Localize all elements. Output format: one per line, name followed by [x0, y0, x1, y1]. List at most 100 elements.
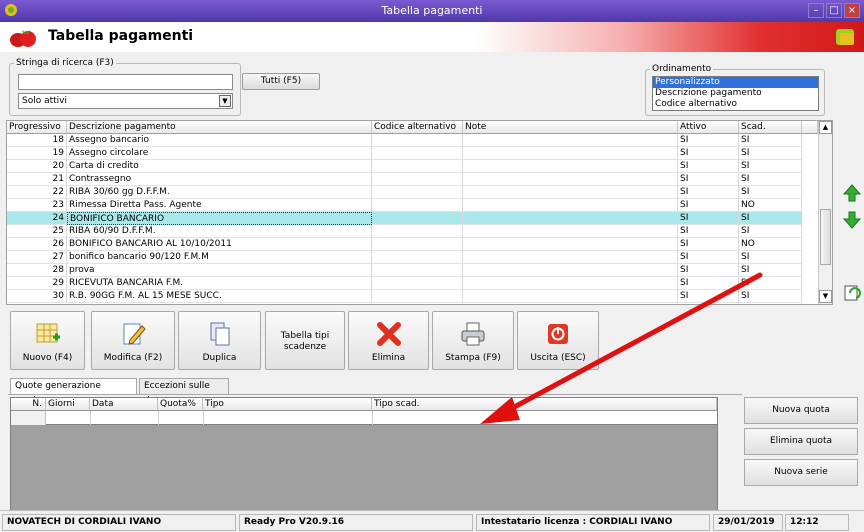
- table-cell[interactable]: [372, 251, 463, 264]
- table-cell[interactable]: SI: [678, 134, 739, 147]
- table-cell[interactable]: [372, 160, 463, 173]
- delete-quota-button[interactable]: Elimina quota: [744, 428, 858, 455]
- table-cell[interactable]: Rimessa Diretta Pass. Agente: [67, 199, 372, 212]
- table-cell[interactable]: [463, 225, 678, 238]
- column-header[interactable]: Tipo: [203, 398, 372, 411]
- table-row[interactable]: 25 RIBA 60/90 D.F.F.M. SI SI: [7, 225, 802, 238]
- table-cell[interactable]: SI: [678, 173, 739, 186]
- table-cell[interactable]: R.B. 90GG F.M. AL 15 MESE SUCC.: [67, 290, 372, 303]
- delete-button[interactable]: Elimina: [348, 311, 429, 370]
- new-series-button[interactable]: Nuova serie: [744, 459, 858, 486]
- tab-quote-scadenze[interactable]: Quote generazione scadenze: [10, 378, 137, 406]
- table-row[interactable]: 24 BONIFICO BANCARIO SI SI: [7, 212, 802, 225]
- table-cell[interactable]: 22: [7, 186, 67, 199]
- table-cell[interactable]: SI: [739, 147, 802, 160]
- table-cell[interactable]: BONIFICO BANCARIO: [67, 212, 372, 225]
- table-cell[interactable]: 20: [7, 160, 67, 173]
- table-cell[interactable]: [372, 212, 463, 225]
- table-cell[interactable]: BONIFICO BANCARIO AL 10/10/2011: [67, 238, 372, 251]
- table-cell[interactable]: [372, 147, 463, 160]
- column-header[interactable]: Scad.: [739, 121, 802, 134]
- scroll-down-icon[interactable]: ▼: [819, 290, 832, 303]
- table-cell[interactable]: [372, 186, 463, 199]
- filter-select[interactable]: Solo attivi ▼: [18, 93, 233, 109]
- ordering-option[interactable]: Codice alternativo: [653, 99, 818, 110]
- table-cell[interactable]: SI: [678, 212, 739, 225]
- table-row[interactable]: 28 prova SI SI: [7, 264, 802, 277]
- table-cell[interactable]: 30: [7, 290, 67, 303]
- column-header[interactable]: Codice alternativo: [372, 121, 463, 134]
- table-cell[interactable]: SI: [678, 160, 739, 173]
- table-cell[interactable]: [463, 251, 678, 264]
- column-header[interactable]: Attivo: [678, 121, 739, 134]
- table-cell[interactable]: 21: [7, 173, 67, 186]
- table-cell[interactable]: 28: [7, 264, 67, 277]
- close-button[interactable]: ×: [844, 3, 860, 18]
- table-cell[interactable]: 27: [7, 251, 67, 264]
- edit-button[interactable]: Modifica (F2): [91, 311, 175, 370]
- search-input[interactable]: [18, 74, 233, 90]
- table-cell[interactable]: RICEVUTA BANCARIA F.M.: [67, 277, 372, 290]
- table-row[interactable]: 21 Contrassegno SI SI: [7, 173, 802, 186]
- table-cell[interactable]: [463, 290, 678, 303]
- move-down-arrow-icon[interactable]: [842, 210, 862, 230]
- new-button[interactable]: Nuovo (F4): [10, 311, 85, 370]
- table-cell[interactable]: [463, 264, 678, 277]
- table-row[interactable]: 23 Rimessa Diretta Pass. Agente SI NO: [7, 199, 802, 212]
- table-cell[interactable]: [372, 277, 463, 290]
- table-cell[interactable]: SI: [678, 251, 739, 264]
- duplicate-button[interactable]: Duplica: [178, 311, 261, 370]
- table-cell[interactable]: SI: [739, 160, 802, 173]
- exit-button[interactable]: Uscita (ESC): [517, 311, 599, 370]
- table-cell[interactable]: [463, 199, 678, 212]
- table-cell[interactable]: 19: [7, 147, 67, 160]
- table-cell[interactable]: SI: [678, 147, 739, 160]
- column-header[interactable]: Data: [90, 398, 158, 411]
- table-cell[interactable]: NO: [739, 199, 802, 212]
- table-cell[interactable]: Assegno circolare: [67, 147, 372, 160]
- quota-empty-row[interactable]: [11, 411, 717, 425]
- print-button[interactable]: Stampa (F9): [432, 311, 514, 370]
- table-cell[interactable]: [372, 264, 463, 277]
- table-cell[interactable]: [372, 225, 463, 238]
- table-cell[interactable]: SI: [678, 199, 739, 212]
- table-cell[interactable]: NO: [739, 238, 802, 251]
- table-cell[interactable]: RIBA 30/60 gg D.F.F.M.: [67, 186, 372, 199]
- table-row[interactable]: 20 Carta di credito SI SI: [7, 160, 802, 173]
- table-cell[interactable]: SI: [739, 173, 802, 186]
- table-cell[interactable]: SI: [739, 186, 802, 199]
- table-cell[interactable]: RIBA 60/90 D.F.F.M.: [67, 225, 372, 238]
- refresh-icon[interactable]: [842, 283, 862, 303]
- table-cell[interactable]: [463, 277, 678, 290]
- table-cell[interactable]: SI: [678, 225, 739, 238]
- table-cell[interactable]: [372, 199, 463, 212]
- table-row[interactable]: 26 BONIFICO BANCARIO AL 10/10/2011 SI NO: [7, 238, 802, 251]
- table-cell[interactable]: 24: [7, 212, 67, 225]
- table-row[interactable]: 30 R.B. 90GG F.M. AL 15 MESE SUCC. SI SI: [7, 290, 802, 303]
- table-cell[interactable]: SI: [678, 186, 739, 199]
- scroll-thumb[interactable]: [820, 209, 831, 265]
- quotas-table[interactable]: N. Giorni Data Quota% Tipo Tipo scad.: [10, 397, 718, 516]
- table-cell[interactable]: SI: [678, 290, 739, 303]
- table-row[interactable]: 22 RIBA 30/60 gg D.F.F.M. SI SI: [7, 186, 802, 199]
- column-header[interactable]: Tipo scad.: [372, 398, 717, 411]
- table-cell[interactable]: 26: [7, 238, 67, 251]
- scroll-up-icon[interactable]: ▲: [819, 121, 832, 134]
- table-cell[interactable]: SI: [678, 238, 739, 251]
- table-cell[interactable]: SI: [739, 225, 802, 238]
- ordering-list[interactable]: Personalizzato Descrizione pagamento Cod…: [652, 76, 819, 111]
- table-cell[interactable]: SI: [739, 212, 802, 225]
- table-cell[interactable]: 18: [7, 134, 67, 147]
- table-cell[interactable]: 29: [7, 277, 67, 290]
- table-cell[interactable]: SI: [739, 251, 802, 264]
- table-cell[interactable]: Contrassegno: [67, 173, 372, 186]
- table-cell[interactable]: Carta di credito: [67, 160, 372, 173]
- all-button[interactable]: Tutti (F5): [242, 73, 320, 90]
- table-cell[interactable]: [372, 134, 463, 147]
- table-cell[interactable]: bonifico bancario 90/120 F.M.M: [67, 251, 372, 264]
- table-cell[interactable]: [372, 238, 463, 251]
- table-cell[interactable]: [372, 173, 463, 186]
- table-row[interactable]: 18 Assegno bancario SI SI: [7, 134, 802, 147]
- table-row[interactable]: 27 bonifico bancario 90/120 F.M.M SI SI: [7, 251, 802, 264]
- table-cell[interactable]: Assegno bancario: [67, 134, 372, 147]
